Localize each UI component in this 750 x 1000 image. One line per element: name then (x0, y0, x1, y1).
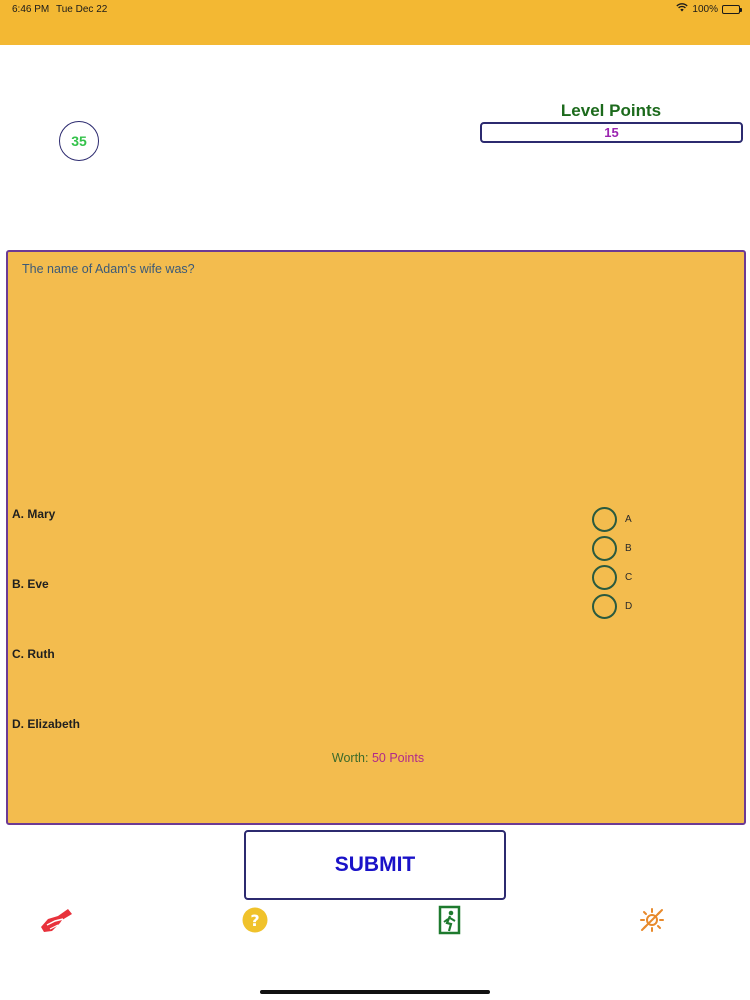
question-panel: The name of Adam's wife was? A. Mary B. … (6, 250, 746, 825)
worth-line: Worth: 50 Points (8, 751, 748, 765)
swap-hands-icon[interactable] (38, 903, 74, 937)
option-c[interactable]: C (592, 565, 632, 590)
worth-label: Worth: (331, 751, 369, 765)
answer-d: D. Elizabeth (12, 717, 81, 731)
radio-d[interactable] (592, 594, 617, 619)
help-icon[interactable]: ? (237, 903, 273, 937)
status-indicators: 100% (676, 3, 742, 15)
wifi-icon (676, 3, 689, 15)
radio-c[interactable] (592, 565, 617, 590)
option-a[interactable]: A (592, 507, 632, 532)
timer-value: 35 (71, 133, 87, 149)
theme-icon[interactable] (634, 903, 670, 937)
worth-value: 50 Points (371, 751, 425, 765)
battery-percent: 100% (692, 3, 718, 15)
radio-label-b: B (625, 543, 632, 554)
radio-label-d: D (625, 601, 633, 612)
exit-icon[interactable] (432, 903, 468, 937)
answer-c: C. Ruth (12, 647, 55, 661)
answer-a: A. Mary (12, 507, 56, 521)
radio-a[interactable] (592, 507, 617, 532)
question-text: The name of Adam's wife was? (22, 262, 195, 276)
svg-text:?: ? (250, 911, 259, 930)
level-points-title: Level Points (560, 101, 662, 120)
radio-label-a: A (625, 514, 632, 525)
timer-circle: 35 (59, 121, 99, 161)
option-b[interactable]: B (592, 536, 632, 561)
radio-label-c: C (625, 572, 633, 583)
battery-icon (722, 4, 742, 14)
submit-button[interactable]: SUBMIT (244, 830, 506, 900)
status-date: Tue Dec 22 (56, 4, 108, 15)
radio-b[interactable] (592, 536, 617, 561)
home-indicator[interactable] (260, 990, 490, 994)
answer-b: B. Eve (12, 577, 49, 591)
status-time: 6:46 PM (12, 4, 50, 15)
level-points-value: 15 (604, 125, 619, 140)
level-points-box: 15 (480, 122, 743, 143)
status-bar: 6:46 PM Tue Dec 22 100% (0, 0, 750, 45)
option-d[interactable]: D (592, 594, 632, 619)
